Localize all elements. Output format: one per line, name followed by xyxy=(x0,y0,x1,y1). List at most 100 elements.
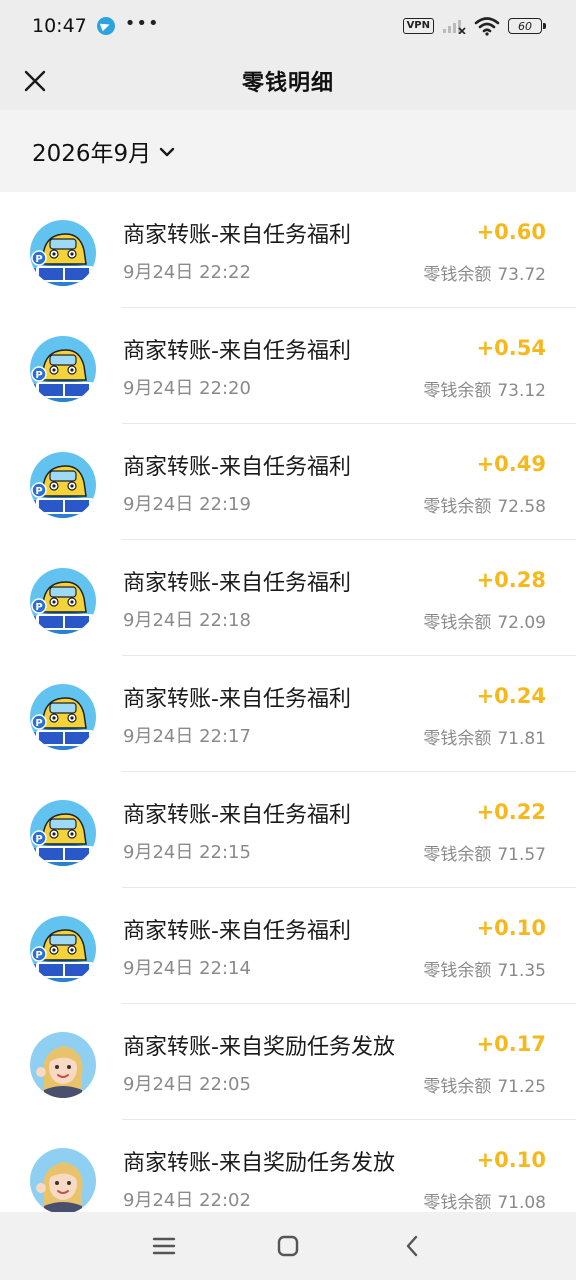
month-selector[interactable]: 2026年9月 xyxy=(32,134,175,168)
chevron-down-icon xyxy=(159,147,175,157)
menu-button[interactable] xyxy=(102,1216,226,1276)
balance-label: 零钱余额 xyxy=(423,961,492,981)
transaction-title: 商家转账-来自奖励任务发放 xyxy=(123,1035,395,1060)
avatar xyxy=(30,1148,96,1214)
transaction-row[interactable]: 商家转账-来自奖励任务发放 9月24日 22:05 +0.17 零钱余额 71.25 xyxy=(0,1004,576,1120)
car-avatar-icon: P xyxy=(30,336,96,402)
transaction-amount: +0.60 xyxy=(476,220,546,244)
transaction-time: 9月24日 22:05 xyxy=(123,1074,251,1095)
transaction-balance: 零钱余额 71.08 xyxy=(423,1188,546,1213)
title-bar: 零钱明细 xyxy=(0,52,576,110)
transaction-amount: +0.24 xyxy=(476,684,546,708)
system-nav-bar xyxy=(0,1212,576,1280)
balance-label: 零钱余额 xyxy=(423,845,492,865)
transaction-time: 9月24日 22:14 xyxy=(123,958,251,979)
telegram-icon xyxy=(96,17,115,35)
transaction-title: 商家转账-来自任务福利 xyxy=(123,223,351,248)
status-icons: VPN 60 xyxy=(402,16,546,36)
balance-value: 72.09 xyxy=(497,613,546,633)
transaction-title: 商家转账-来自任务福利 xyxy=(123,919,351,944)
page-title: 零钱明细 xyxy=(241,71,334,96)
balance-label: 零钱余额 xyxy=(423,1077,492,1097)
transaction-row[interactable]: P 商家转账-来自任务福利 9月24日 22:15 +0.22 零钱余额 71.57 xyxy=(0,772,576,888)
menu-icon xyxy=(152,1237,176,1255)
woman-avatar-icon xyxy=(30,1032,96,1098)
transaction-amount: +0.22 xyxy=(476,800,546,824)
battery-icon: 60 xyxy=(508,18,546,34)
avatar: P xyxy=(30,916,96,982)
wallet-detail-page: 10:47 ••• VPN 60 零钱明细 2026年9月 P 商家转账-来自任… xyxy=(0,0,576,1280)
avatar: P xyxy=(30,800,96,866)
back-button[interactable] xyxy=(350,1216,474,1276)
month-label: 2026年9月 xyxy=(32,141,152,167)
transaction-title: 商家转账-来自任务福利 xyxy=(123,571,351,596)
home-button[interactable] xyxy=(226,1216,350,1276)
car-avatar-icon: P xyxy=(30,916,96,982)
transaction-title: 商家转账-来自任务福利 xyxy=(123,339,351,364)
balance-label: 零钱余额 xyxy=(423,729,492,749)
transaction-row[interactable]: P 商家转账-来自任务福利 9月24日 22:22 +0.60 零钱余额 73.72 xyxy=(0,192,576,308)
avatar: P xyxy=(30,568,96,634)
status-time: 10:47 xyxy=(32,15,87,37)
transaction-amount: +0.10 xyxy=(476,1148,546,1172)
avatar xyxy=(30,1032,96,1098)
transaction-balance: 零钱余额 71.25 xyxy=(423,1072,546,1097)
transaction-balance: 零钱余额 72.58 xyxy=(423,492,546,517)
more-notifications-icon: ••• xyxy=(124,12,160,34)
transaction-time: 9月24日 22:20 xyxy=(123,378,251,399)
balance-label: 零钱余额 xyxy=(423,265,492,285)
transaction-row[interactable]: P 商家转账-来自任务福利 9月24日 22:17 +0.24 零钱余额 71.81 xyxy=(0,656,576,772)
transaction-row[interactable]: P 商家转账-来自任务福利 9月24日 22:14 +0.10 零钱余额 71.35 xyxy=(0,888,576,1004)
transaction-time: 9月24日 22:18 xyxy=(123,610,251,631)
transaction-title: 商家转账-来自任务福利 xyxy=(123,455,351,480)
transaction-time: 9月24日 22:17 xyxy=(123,726,251,747)
transaction-amount: +0.28 xyxy=(476,568,546,592)
car-avatar-icon: P xyxy=(30,684,96,750)
balance-label: 零钱余额 xyxy=(423,497,492,517)
transaction-amount: +0.10 xyxy=(476,916,546,940)
transaction-amount: +0.54 xyxy=(476,336,546,360)
svg-text:P: P xyxy=(35,950,42,961)
svg-text:P: P xyxy=(35,370,42,381)
avatar: P xyxy=(30,220,96,286)
woman-avatar-icon xyxy=(30,1148,96,1214)
svg-text:P: P xyxy=(35,602,42,613)
transaction-list: P 商家转账-来自任务福利 9月24日 22:22 +0.60 零钱余额 73.72 P… xyxy=(0,192,576,1236)
transaction-title: 商家转账-来自任务福利 xyxy=(123,687,351,712)
signal-icon xyxy=(443,20,466,34)
vpn-icon: VPN xyxy=(402,18,434,34)
transaction-balance: 零钱余额 73.72 xyxy=(423,260,546,285)
transaction-row[interactable]: P 商家转账-来自任务福利 9月24日 22:19 +0.49 零钱余额 72.58 xyxy=(0,424,576,540)
balance-value: 71.35 xyxy=(497,961,546,981)
transaction-balance: 零钱余额 73.12 xyxy=(423,376,546,401)
balance-value: 73.12 xyxy=(497,381,546,401)
balance-label: 零钱余额 xyxy=(423,381,492,401)
wifi-icon xyxy=(474,17,500,36)
transaction-balance: 零钱余额 71.57 xyxy=(423,840,546,865)
transaction-time: 9月24日 22:19 xyxy=(123,494,251,515)
transaction-time: 9月24日 22:15 xyxy=(123,842,251,863)
close-icon xyxy=(24,70,46,92)
svg-text:P: P xyxy=(35,486,42,497)
svg-text:P: P xyxy=(35,718,42,729)
transaction-balance: 零钱余额 71.35 xyxy=(423,956,546,981)
svg-text:P: P xyxy=(35,254,42,265)
month-filter-bar: 2026年9月 xyxy=(0,110,576,192)
transaction-amount: +0.49 xyxy=(476,452,546,476)
transaction-row[interactable]: P 商家转账-来自任务福利 9月24日 22:20 +0.54 零钱余额 73.12 xyxy=(0,308,576,424)
close-button[interactable] xyxy=(16,62,54,100)
transaction-row[interactable]: P 商家转账-来自任务福利 9月24日 22:18 +0.28 零钱余额 72.09 xyxy=(0,540,576,656)
car-avatar-icon: P xyxy=(30,452,96,518)
balance-value: 71.81 xyxy=(497,729,546,749)
balance-label: 零钱余额 xyxy=(423,613,492,633)
avatar: P xyxy=(30,336,96,402)
avatar: P xyxy=(30,452,96,518)
car-avatar-icon: P xyxy=(30,568,96,634)
balance-label: 零钱余额 xyxy=(423,1193,492,1213)
back-icon xyxy=(406,1235,418,1257)
balance-value: 72.58 xyxy=(497,497,546,517)
balance-value: 73.72 xyxy=(497,265,546,285)
transaction-time: 9月24日 22:22 xyxy=(123,262,251,283)
transaction-time: 9月24日 22:02 xyxy=(123,1190,251,1211)
status-bar: 10:47 ••• VPN 60 xyxy=(0,0,576,52)
